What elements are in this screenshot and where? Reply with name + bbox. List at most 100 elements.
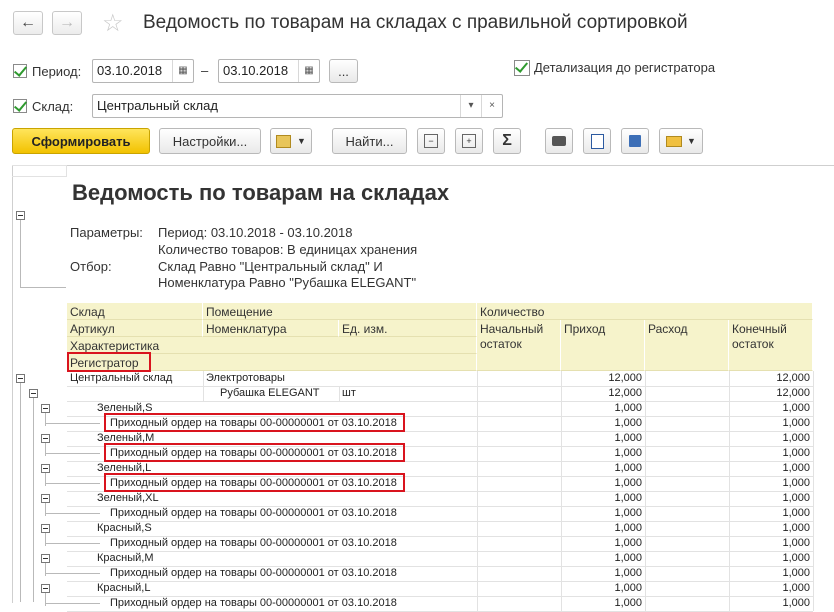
save-button[interactable] bbox=[621, 128, 649, 154]
column-divider bbox=[645, 371, 646, 386]
chevron-down-icon: ▼ bbox=[687, 136, 696, 146]
registrar-highlight bbox=[67, 352, 151, 372]
income-cell: 1,000 bbox=[614, 537, 642, 549]
column-divider bbox=[813, 446, 814, 461]
income-cell: 1,000 bbox=[614, 492, 642, 504]
find-button[interactable]: Найти... bbox=[332, 128, 407, 154]
date-to-value: 03.10.2018 bbox=[223, 63, 289, 78]
printer-icon bbox=[552, 136, 566, 146]
tree-connector bbox=[45, 443, 46, 456]
tree-connector bbox=[45, 513, 100, 514]
income-cell: 12,000 bbox=[608, 387, 642, 399]
column-divider bbox=[477, 446, 478, 461]
period-checkbox[interactable] bbox=[13, 64, 27, 78]
date-from-field[interactable]: 03.10.2018 ▦ bbox=[92, 59, 194, 83]
registrar-cell: Приходный ордер на товары 00-00000001 от… bbox=[110, 597, 397, 609]
end-balance-cell: 1,000 bbox=[782, 477, 810, 489]
registrar-highlight bbox=[104, 413, 405, 432]
print-preview-icon bbox=[590, 133, 604, 149]
column-divider bbox=[339, 386, 340, 401]
tree-connector bbox=[45, 413, 46, 426]
arrow-left-icon: ← bbox=[20, 14, 36, 31]
column-divider bbox=[645, 416, 646, 431]
collapse-group-icon[interactable] bbox=[16, 374, 25, 383]
detail-checkbox[interactable] bbox=[514, 60, 530, 76]
collapse-group-icon[interactable] bbox=[41, 584, 50, 593]
sum-button[interactable]: Σ bbox=[493, 128, 521, 154]
end-balance-cell: 1,000 bbox=[782, 402, 810, 414]
clear-icon[interactable]: × bbox=[481, 95, 502, 117]
collapse-group-icon[interactable] bbox=[41, 434, 50, 443]
income-cell: 1,000 bbox=[614, 417, 642, 429]
header-start-balance: Начальный остаток bbox=[477, 320, 561, 371]
date-to-field[interactable]: 03.10.2018 ▦ bbox=[218, 59, 320, 83]
collapse-header-icon[interactable] bbox=[16, 211, 25, 220]
variants-button[interactable]: ▼ bbox=[270, 128, 312, 154]
dropdown-icon[interactable]: ▾ bbox=[460, 95, 481, 117]
tree-connector bbox=[45, 453, 100, 454]
column-divider bbox=[645, 401, 646, 416]
detail-label: Детализация до регистратора bbox=[534, 60, 716, 75]
envelope-icon bbox=[666, 135, 683, 147]
column-divider bbox=[477, 566, 478, 581]
column-divider bbox=[477, 431, 478, 446]
end-balance-cell: 1,000 bbox=[782, 597, 810, 609]
warehouse-field[interactable]: Центральный склад ▾ × bbox=[92, 94, 503, 118]
room-cell: Электротовары bbox=[206, 372, 285, 384]
column-divider bbox=[477, 371, 478, 386]
collapse-group-icon[interactable] bbox=[41, 494, 50, 503]
column-divider bbox=[645, 521, 646, 536]
report-variants-icon bbox=[276, 134, 292, 148]
collapse-group-icon[interactable] bbox=[41, 524, 50, 533]
calendar-icon[interactable]: ▦ bbox=[172, 60, 193, 82]
end-balance-cell: 12,000 bbox=[776, 387, 810, 399]
column-divider bbox=[477, 461, 478, 476]
preview-button[interactable] bbox=[583, 128, 611, 154]
end-balance-cell: 1,000 bbox=[782, 492, 810, 504]
period-select-button[interactable]: ... bbox=[329, 59, 358, 83]
collapse-group-icon[interactable] bbox=[29, 389, 38, 398]
characteristic-cell: Красный,M bbox=[97, 552, 154, 564]
tree-connector bbox=[45, 603, 100, 604]
report-title: Ведомость по товарам на складах bbox=[72, 180, 450, 205]
column-divider bbox=[813, 401, 814, 416]
period-dash: – bbox=[201, 63, 209, 78]
filter-line: Номенклатура Равно "Рубашка ELEGANT" bbox=[158, 275, 417, 290]
column-divider bbox=[645, 476, 646, 491]
warehouse-value: Центральный склад bbox=[97, 98, 218, 113]
column-divider bbox=[813, 506, 814, 521]
calendar-icon[interactable]: ▦ bbox=[298, 60, 319, 82]
collapse-group-icon[interactable] bbox=[41, 464, 50, 473]
characteristic-cell: Красный,S bbox=[97, 522, 152, 534]
column-divider bbox=[477, 386, 478, 401]
end-balance-cell: 1,000 bbox=[782, 522, 810, 534]
column-divider bbox=[813, 476, 814, 491]
tree-connector bbox=[45, 533, 46, 546]
header-room: Помещение bbox=[203, 303, 477, 320]
collapse-group-icon[interactable] bbox=[41, 404, 50, 413]
column-divider bbox=[645, 386, 646, 401]
column-divider bbox=[813, 521, 814, 536]
column-divider bbox=[477, 401, 478, 416]
header-income: Приход bbox=[561, 320, 645, 371]
send-mail-button[interactable]: ▼ bbox=[659, 128, 703, 154]
tree-connector bbox=[45, 483, 100, 484]
collapse-groups-button[interactable]: − bbox=[417, 128, 445, 154]
favorite-star-icon[interactable]: ☆ bbox=[102, 9, 124, 38]
characteristic-cell: Зеленый,XL bbox=[97, 492, 159, 504]
collapse-group-icon[interactable] bbox=[41, 554, 50, 563]
header-article: Артикул bbox=[67, 320, 203, 337]
forward-button[interactable]: → bbox=[52, 11, 82, 35]
column-divider bbox=[477, 491, 478, 506]
income-cell: 1,000 bbox=[614, 567, 642, 579]
end-balance-cell: 1,000 bbox=[782, 507, 810, 519]
params-line: Количество товаров: В единицах хранения bbox=[158, 242, 418, 257]
unit-cell: шт bbox=[342, 387, 356, 399]
generate-button[interactable]: Сформировать bbox=[12, 128, 150, 154]
print-button[interactable] bbox=[545, 128, 573, 154]
settings-button[interactable]: Настройки... bbox=[159, 128, 261, 154]
back-button[interactable]: ← bbox=[13, 11, 43, 35]
end-balance-cell: 1,000 bbox=[782, 462, 810, 474]
expand-groups-button[interactable]: + bbox=[455, 128, 483, 154]
warehouse-checkbox[interactable] bbox=[13, 99, 27, 113]
